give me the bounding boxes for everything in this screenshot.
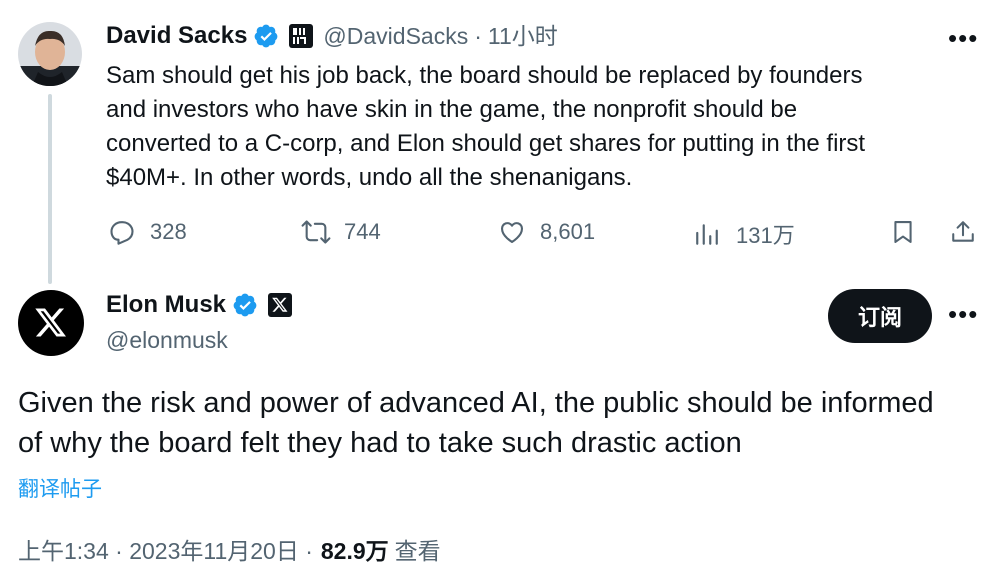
views-button[interactable]: 131万 (694, 218, 795, 250)
repost-count: 744 (344, 219, 381, 244)
views-total: 82.9万 (320, 538, 389, 564)
all-in-badge-icon (289, 24, 314, 48)
avatar-elon-musk[interactable] (18, 290, 84, 356)
thread-line (48, 94, 52, 284)
author-name[interactable]: David Sacks (106, 22, 247, 50)
author-handle[interactable]: @elonmusk (106, 326, 228, 354)
views-label: 查看 (394, 538, 441, 564)
x-logo-icon (35, 308, 66, 337)
separator-dot: · (474, 23, 482, 49)
more-icon[interactable]: ••• (948, 301, 978, 327)
views-count: 131万 (736, 223, 795, 248)
share-icon (952, 221, 974, 242)
translate-post-link[interactable]: 翻译帖子 (18, 473, 102, 503)
verified-icon (253, 23, 279, 49)
main-header: Elon Musk (106, 291, 293, 319)
avatar-image (18, 22, 82, 86)
share-button[interactable] (950, 218, 976, 246)
author-name[interactable]: Elon Musk (106, 291, 226, 319)
post-timestamp[interactable]: 上午1:34 · 2023年11月20日 · (18, 532, 313, 566)
parent-tweet-text: Sam should get his job back, the board s… (106, 62, 866, 191)
reply-icon (110, 221, 134, 245)
bookmark-button[interactable] (890, 218, 916, 246)
views-icon (696, 224, 718, 245)
parent-header: David Sacks @DavidSacks · 11小时 (106, 22, 558, 50)
reply-button[interactable]: 328 (108, 218, 187, 246)
more-icon[interactable]: ••• (948, 25, 978, 51)
reply-count: 328 (150, 219, 187, 244)
main-tweet-text: Given the risk and power of advanced AI,… (18, 387, 934, 459)
post-time[interactable]: 11小时 (488, 22, 558, 50)
like-count: 8,601 (540, 219, 596, 244)
subscribe-button[interactable]: 订阅 (828, 289, 932, 343)
like-icon (501, 222, 523, 243)
post-metadata: 上午1:34 · 2023年11月20日 · 82.9万 查看 (18, 532, 441, 566)
author-handle[interactable]: @DavidSacks (323, 22, 468, 50)
avatar-david-sacks[interactable] (18, 22, 82, 86)
verified-icon (232, 292, 258, 318)
repost-button[interactable]: 744 (300, 218, 381, 246)
like-button[interactable]: 8,601 (498, 218, 595, 246)
repost-icon (301, 220, 331, 244)
bookmark-icon (894, 221, 912, 243)
x-badge-icon (268, 293, 293, 317)
